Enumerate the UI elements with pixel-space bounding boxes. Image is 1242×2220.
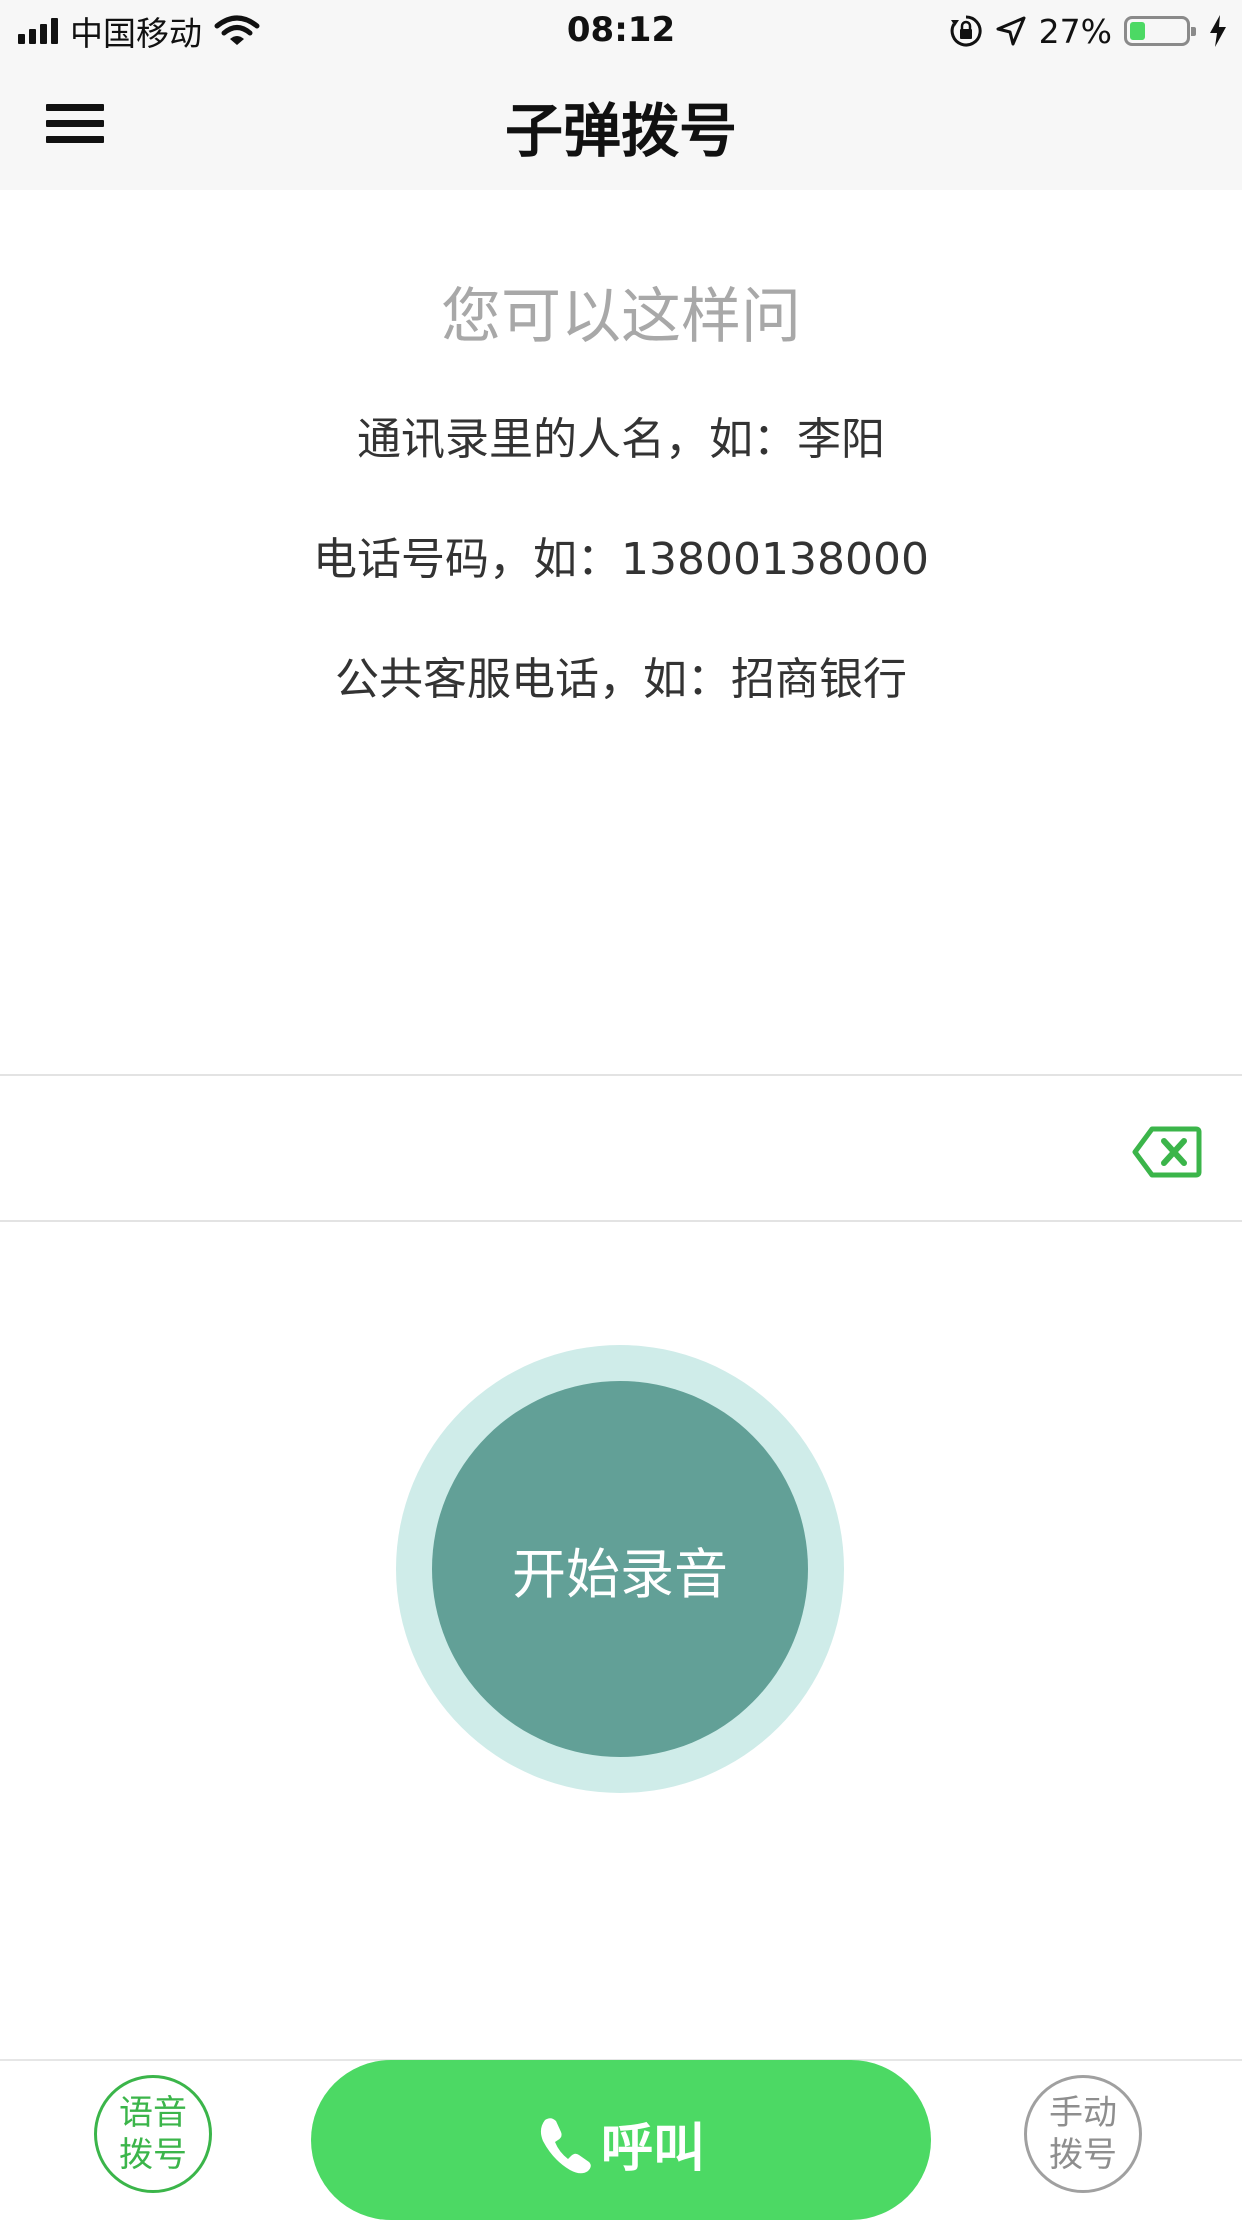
backspace-delete-icon[interactable] [1132, 1126, 1202, 1178]
call-button-content: 呼叫 [537, 2106, 705, 2181]
voice-dial-label-line2: 拨号 [119, 2135, 187, 2175]
manual-dial-label-line1: 手动 [1049, 2093, 1117, 2133]
voice-dial-label-line1: 语音 [119, 2093, 187, 2133]
voice-dial-button[interactable]: 语音 拨号 [94, 2075, 212, 2193]
dial-input[interactable] [0, 1076, 1242, 1220]
call-label: 呼叫 [600, 2119, 705, 2179]
battery-icon [1124, 16, 1196, 46]
charging-icon [1210, 15, 1226, 47]
hint-item-phone: 电话号码，如：13800138000 [313, 534, 929, 585]
call-button[interactable]: 呼叫 [311, 2060, 931, 2220]
manual-dial-button[interactable]: 手动 拨号 [1024, 2075, 1142, 2193]
manual-dial-label-line2: 拨号 [1049, 2135, 1117, 2175]
hint-title: 您可以这样问 [441, 282, 801, 352]
orientation-lock-icon [950, 15, 982, 47]
battery-cap [1191, 27, 1196, 36]
battery-fill [1130, 22, 1145, 40]
page-title: 子弹拨号 [504, 97, 737, 165]
hint-item-service: 公共客服电话，如：招商银行 [335, 654, 907, 705]
status-bar: 中国移动 08:12 27% [0, 0, 1242, 62]
divider-bottom [0, 1220, 1242, 1222]
record-button[interactable]: 开始录音 [432, 1381, 808, 1757]
bottom-bar: 语音 拨号 呼叫 手动 拨号 [0, 2059, 1242, 2220]
battery-percent: 27% [1038, 11, 1112, 51]
nav-bar: 子弹拨号 [0, 62, 1242, 190]
hint-item-contact: 通讯录里的人名，如：李阳 [357, 414, 885, 465]
status-right: 27% [949, 10, 1228, 52]
phone-icon [540, 2117, 591, 2173]
record-label: 开始录音 [512, 1542, 728, 1606]
record-button-ring: 开始录音 [396, 1345, 844, 1793]
location-icon [996, 16, 1026, 46]
